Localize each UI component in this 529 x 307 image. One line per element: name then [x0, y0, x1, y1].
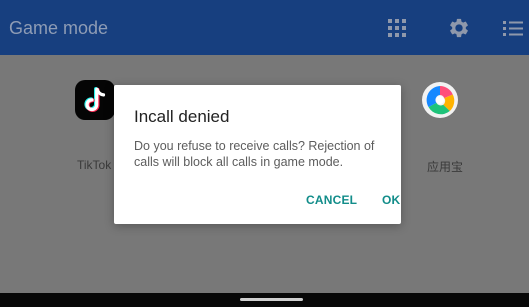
cancel-button[interactable]: CANCEL	[306, 193, 357, 207]
ok-button[interactable]: OK	[382, 193, 400, 207]
top-app-bar: Game mode	[0, 0, 529, 55]
list-icon[interactable]	[502, 17, 524, 39]
incall-denied-dialog: Incall denied Do you refuse to receive c…	[114, 85, 401, 224]
page-title: Game mode	[9, 18, 109, 38]
dialog-title: Incall denied	[134, 107, 230, 126]
gear-icon[interactable]	[448, 17, 470, 39]
dialog-message: Do you refuse to receive calls? Rejectio…	[134, 139, 375, 169]
app-store-icon	[420, 80, 460, 120]
grid-icon[interactable]	[386, 17, 408, 39]
system-navigation-bar	[0, 293, 529, 307]
app-label-tiktok: TikTok	[77, 158, 112, 172]
home-indicator[interactable]	[240, 298, 303, 301]
game-mode-screen: Game mode TikTok 应用宝 Incall denied Do yo…	[0, 0, 529, 307]
app-label-yingyongbao: 应用宝	[427, 160, 464, 174]
tiktok-icon	[75, 80, 115, 120]
app-tile-yingyongbao[interactable]: 应用宝	[420, 80, 480, 174]
